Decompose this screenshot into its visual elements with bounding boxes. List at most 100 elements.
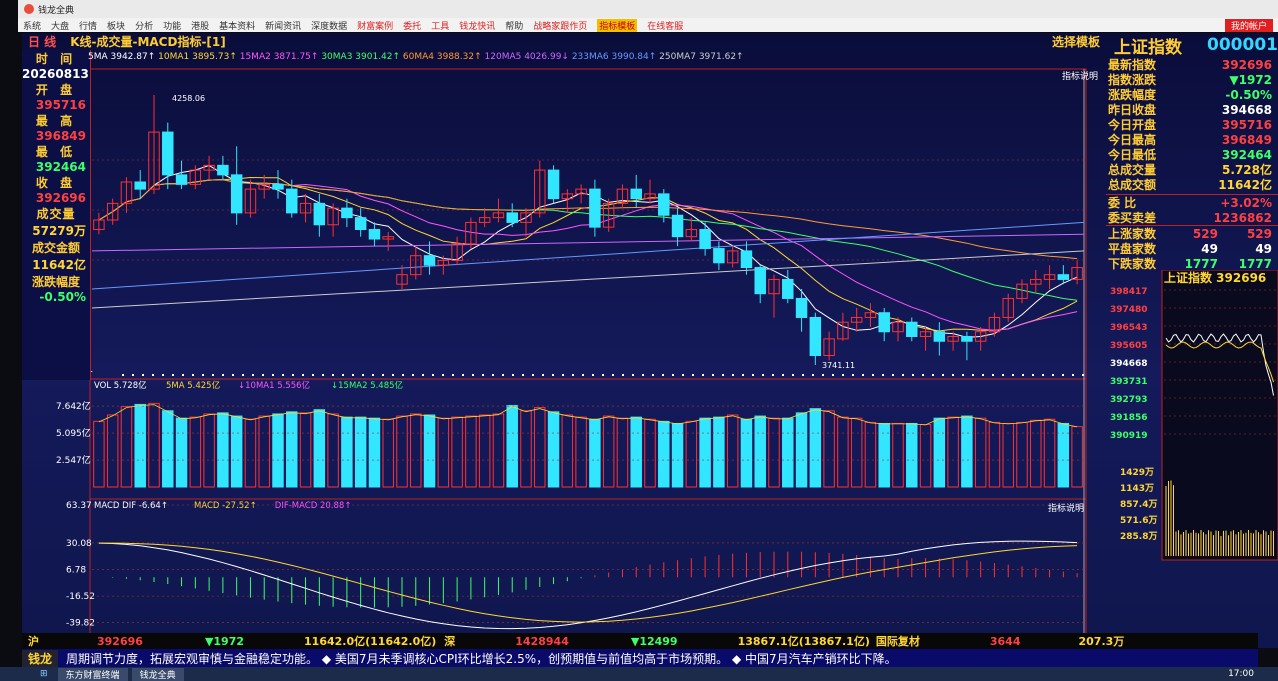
quote-row: 总成交量 5.728亿 xyxy=(1106,162,1278,177)
volume-bar xyxy=(272,413,284,488)
menu-item-red-0[interactable]: 财富案例 xyxy=(357,19,393,32)
quote-row: 今日开盘 395716 xyxy=(1106,117,1278,133)
breadth-value: 49 xyxy=(1255,241,1273,256)
volume-bar xyxy=(768,417,780,488)
volume-bar xyxy=(699,417,711,488)
macd-tick: 63.37 xyxy=(66,501,92,511)
macd-legend-item: MACD DIF -6.64↑ xyxy=(94,501,168,511)
sh-label: 沪 xyxy=(28,635,39,648)
quote-row: 总成交额 11642亿 xyxy=(1106,177,1278,192)
volume-bar xyxy=(244,418,257,488)
quote-value: ▼1972 xyxy=(1229,72,1272,87)
volume-bar xyxy=(809,408,822,488)
volume-bar xyxy=(465,415,477,488)
candle-body xyxy=(795,297,808,318)
menu-item-tail-0[interactable]: 战略家跟作页 xyxy=(533,19,587,32)
breadth-value: 1777 xyxy=(1184,256,1218,271)
volume-legend-item: ↓10MA1 5.556亿 xyxy=(238,380,310,391)
mini-price-tick: 393731 xyxy=(1110,377,1148,387)
volume-bar xyxy=(134,403,146,488)
candle-body xyxy=(809,316,822,356)
chart-area[interactable]: 4258.063741.11指标说明3741.11VOL 5.728亿5MA 5… xyxy=(22,50,1106,648)
candle-body xyxy=(878,312,890,333)
macd-legend-item: DIF-MACD 20.88↑ xyxy=(275,501,352,511)
volume-bar xyxy=(547,411,560,488)
volume-bar xyxy=(93,420,105,488)
candle-body xyxy=(589,188,601,228)
volume-bar xyxy=(644,418,656,488)
menu-item-red-1[interactable]: 委托 xyxy=(403,19,421,32)
intl-value: 3644 xyxy=(989,634,1021,648)
macd-tick: -16.52 xyxy=(66,592,95,602)
volume-bar xyxy=(120,406,133,488)
ratio-row: 委 比 +3.02% xyxy=(1106,195,1278,211)
taskbar-app-1[interactable]: 东方财富终端 xyxy=(57,667,128,681)
quote-row: 指数涨跌 ▼1972 xyxy=(1106,72,1278,88)
menu-item-red-2[interactable]: 工具 xyxy=(431,19,449,32)
volume-bar xyxy=(1071,426,1083,488)
taskbar-app-2[interactable]: 钱龙全典 xyxy=(131,667,184,681)
volume-bar xyxy=(919,424,932,488)
volume-bar xyxy=(313,409,326,488)
candle-body xyxy=(217,164,229,176)
volume-tick: 2.547亿 xyxy=(56,454,91,466)
menu-item-9[interactable]: 深度数据 xyxy=(311,19,347,32)
mini-intraday-chart[interactable]: 上证指数 392696 398417 397480 396543 395605 39466… xyxy=(1106,270,1278,570)
volume-bar xyxy=(258,415,270,488)
news-ticker[interactable]: 周期调节力度，拓展宏观审慎与金融稳定功能。 ◆ 美国7月未季调核心CPI环比增长… xyxy=(66,650,1166,667)
volume-bar xyxy=(410,413,422,488)
chart-header: 日 线 K线-成交量-MACD指标-[1] 选择模板 xyxy=(22,33,1106,50)
intl-label: 国际复材 xyxy=(875,635,920,648)
index-status-bar: 沪 392696 ▼1972 11642.0亿(11642.0亿) 深 1428… xyxy=(22,633,1258,649)
ma-legend-item: 30MA3 3901.42↑ xyxy=(321,52,403,62)
main-screen: 日 线 K线-成交量-MACD指标-[1] 选择模板 4258.06 3741.1… xyxy=(22,33,1278,648)
ma-legend-item: 60MA4 3988.32↑ xyxy=(402,52,485,62)
menu-item-0[interactable]: 系统 xyxy=(23,19,41,32)
menu-bar: 系统 大盘 行情 板块 分析 功能 港股 基本资料 新闻资讯 深度数据 财富案例 委托 工具 钱龙快讯 帮助… xyxy=(18,18,1278,32)
close-label: 收 盘 xyxy=(35,176,77,190)
sh-change: ▼1972 xyxy=(204,634,245,648)
app-logo-icon xyxy=(24,4,34,14)
menu-item-tail-2[interactable]: 在线客服 xyxy=(647,19,683,32)
account-button[interactable]: 我的帐户 xyxy=(1224,18,1273,32)
volume-bar xyxy=(713,416,725,488)
volume-legend-item: VOL 5.728亿 xyxy=(94,380,147,391)
period-selector[interactable]: 日 线 xyxy=(28,33,56,50)
menu-item-5[interactable]: 功能 xyxy=(163,19,181,32)
volume-legend-item: 5MA 5.425亿 xyxy=(166,380,220,391)
quote-value: 395716 xyxy=(1221,117,1272,132)
time-label: 时 间 xyxy=(35,52,77,66)
quote-value: 396849 xyxy=(1221,132,1272,147)
menu-item-3[interactable]: 板块 xyxy=(107,19,125,32)
high-value: 396849 xyxy=(35,129,86,143)
open-value: 395716 xyxy=(35,98,86,112)
start-icon[interactable]: ⊞ xyxy=(40,669,48,679)
menu-item-7[interactable]: 基本资料 xyxy=(219,19,255,32)
candle-body xyxy=(782,278,794,299)
candle-body xyxy=(162,131,174,176)
menu-item-6[interactable]: 港股 xyxy=(191,19,209,32)
volume-bar xyxy=(1016,421,1028,488)
volume-bar xyxy=(740,418,753,488)
volume-bar xyxy=(589,418,601,488)
close-value: 392696 xyxy=(35,191,86,205)
template-selector[interactable]: 选择模板 xyxy=(1052,33,1100,50)
candle-body xyxy=(230,174,243,214)
candle-body xyxy=(423,255,436,266)
candle-body xyxy=(630,188,642,200)
menu-item-tail-1[interactable]: 指标模板 xyxy=(597,18,638,32)
menu-item-b-0[interactable]: 钱龙快讯 xyxy=(459,19,495,32)
menu-item-2[interactable]: 行情 xyxy=(79,19,97,32)
indicator-caption[interactable]: K线-成交量-MACD指标-[1] xyxy=(70,33,226,50)
menu-item-1[interactable]: 大盘 xyxy=(51,19,69,32)
kline-low-label: 3741.11 xyxy=(822,361,855,370)
macd-tick: -39.82 xyxy=(66,619,95,629)
clock: 17:00 xyxy=(1228,669,1254,679)
menu-item-b-1[interactable]: 帮助 xyxy=(505,19,523,32)
breadth-value: 49 xyxy=(1201,241,1218,256)
mini-price-tick: 390919 xyxy=(1110,431,1148,441)
kline-high-label: 4258.06 xyxy=(172,94,205,103)
menu-item-4[interactable]: 分析 xyxy=(135,19,153,32)
macd-legend-item: MACD -27.52↑ xyxy=(194,501,257,511)
menu-item-8[interactable]: 新闻资讯 xyxy=(265,19,301,32)
